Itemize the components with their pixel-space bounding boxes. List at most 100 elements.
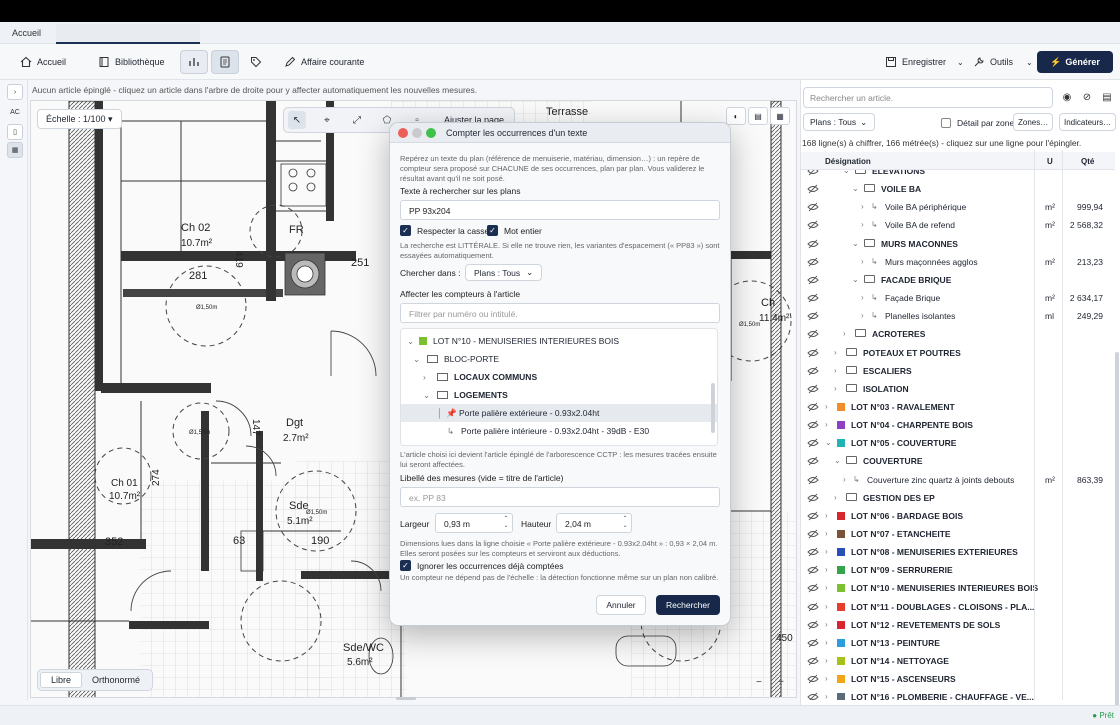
chevron-right-icon[interactable]: › (825, 547, 828, 556)
search-text-input[interactable]: PP 93x204 (400, 200, 720, 220)
visibility-off-icon[interactable] (807, 420, 819, 430)
visibility-off-icon[interactable] (807, 384, 819, 394)
chevron-right-icon[interactable]: › (861, 311, 864, 320)
match-case-checkbox[interactable]: ✓ (400, 225, 411, 236)
chevron-right-icon[interactable]: › (861, 202, 864, 211)
tree-article-row[interactable]: › ↳ Planelles isolantes ml 249,29 (801, 307, 1115, 325)
search-in-select[interactable]: Plans : Tous ⌄ (465, 264, 543, 281)
visibility-off-icon[interactable] (807, 184, 819, 194)
chevron-right-icon[interactable]: › (825, 565, 828, 574)
chevron-right-icon[interactable]: › (825, 511, 828, 520)
chevron-down-icon[interactable]: ⌄ (852, 239, 859, 248)
visibility-off-icon[interactable] (807, 547, 819, 557)
grid-view-icon[interactable]: ▦ (770, 107, 790, 125)
tree-lot-row[interactable]: › LOT N°13 - PEINTURE (801, 634, 1115, 652)
chevron-right-icon[interactable]: › (843, 329, 846, 338)
chevron-right-icon[interactable]: › (825, 402, 828, 411)
document-export-icon[interactable]: ▤ (1099, 89, 1115, 105)
chevron-right-icon[interactable]: › (834, 384, 837, 393)
visibility-off-icon[interactable] (807, 511, 819, 521)
visibility-off-icon[interactable] (807, 656, 819, 666)
document-view-button[interactable] (211, 50, 239, 74)
current-case-button[interactable]: Affaire courante (284, 52, 364, 72)
whole-word-checkbox[interactable]: ✓ (487, 225, 498, 236)
tree-article-row[interactable]: › ↳ Voile BA périphérique m² 999,94 (801, 198, 1115, 216)
chevron-down-icon[interactable]: ⌄ (843, 170, 850, 175)
grid-icon[interactable]: ▦ (7, 142, 23, 158)
expand-chevron-icon[interactable]: › (7, 84, 23, 100)
visibility-off-icon[interactable] (807, 620, 819, 630)
layers-icon[interactable]: ▤ (748, 107, 768, 125)
tree-lot-row[interactable]: › LOT N°10 - MENUISERIES INTERIEURES BOIS (801, 579, 1115, 597)
tree-scrollbar[interactable] (1115, 80, 1120, 725)
tree-article-row[interactable]: › ↳ Couverture zinc quartz à joints debout… (801, 471, 1115, 489)
tree-lot-row[interactable]: › LOT N°12 - REVETEMENTS DE SOLS (801, 616, 1115, 634)
chevron-right-icon[interactable]: › (825, 656, 828, 665)
tree-folder-row[interactable]: ⌄ MURS MACONNES (801, 235, 1115, 253)
maximize-window-button[interactable] (426, 128, 436, 138)
cursor-icon[interactable]: ↖ (288, 111, 306, 129)
article-filter-input[interactable]: Filtrer par numéro ou intitulé. (400, 303, 720, 323)
zones-button[interactable]: Zones… (1013, 113, 1054, 131)
chevron-right-icon[interactable]: › (825, 583, 828, 592)
visibility-off-icon[interactable] (807, 456, 819, 466)
chevron-right-icon[interactable]: › (834, 493, 837, 502)
ignore-counted-checkbox[interactable]: ✓ (400, 560, 411, 571)
tree-article-row[interactable]: › ↳ Murs maçonnées agglos m² 213,23 (801, 253, 1115, 271)
tree-folder-row[interactable]: › ESCALIERS (801, 362, 1115, 380)
visibility-off-icon[interactable] (807, 674, 819, 684)
zoom-in-button[interactable]: + (778, 677, 784, 688)
tree-scroll-thumb[interactable] (711, 383, 715, 433)
tools-button[interactable]: Outils ⌄ (973, 52, 1033, 72)
tree-folder-row[interactable]: › ISOLATION (801, 380, 1115, 398)
visibility-off-icon[interactable] (807, 293, 819, 303)
tree-lot-row[interactable]: › LOT N°04 - CHARPENTE BOIS (801, 416, 1115, 434)
generate-button[interactable]: ⚡ Générer (1037, 51, 1113, 73)
chevron-right-icon[interactable]: › (861, 220, 864, 229)
tree-article-row[interactable]: › ↳ Voile BA de refend m² 2 568,32 (801, 216, 1115, 234)
tree-lot-row[interactable]: › LOT N°03 - RAVALEMENT (801, 398, 1115, 416)
mode-orthonormal[interactable]: Orthonormé (82, 672, 150, 688)
tree-lot-row[interactable]: › LOT N°15 - ASCENSEURS (801, 670, 1115, 688)
height-stepper[interactable]: ⌃ ⌄ (621, 514, 629, 532)
chevron-right-icon[interactable]: › (825, 529, 828, 538)
search-button[interactable]: Rechercher (656, 595, 720, 615)
chevron-right-icon[interactable]: › (825, 692, 828, 700)
tree-folder-row[interactable]: › GESTION DES EP (801, 489, 1115, 507)
tree-item-porte-exterieure[interactable]: │ 📌 Porte palière extérieure - 0.93x2.04… (401, 404, 717, 422)
chevron-right-icon[interactable]: › (825, 674, 828, 683)
tree-lot-row[interactable]: › LOT N°08 - MENUISERIES EXTERIEURES (801, 543, 1115, 561)
tree-item-bloc-porte[interactable]: ⌄ BLOC-PORTE (401, 350, 717, 368)
width-stepper[interactable]: ⌃ ⌄ (502, 514, 510, 532)
mode-free[interactable]: Libre (40, 672, 83, 688)
visibility-off-icon[interactable] (807, 311, 819, 321)
chart-view-button[interactable] (180, 50, 208, 74)
zoom-out-button[interactable]: − (756, 677, 762, 688)
visibility-off-icon[interactable] (807, 602, 819, 612)
tag-button[interactable] (242, 50, 270, 74)
chevron-right-icon[interactable]: › (825, 620, 828, 629)
article-search-input[interactable]: Rechercher un article. (803, 87, 1053, 108)
visibility-off-icon[interactable] (807, 583, 819, 593)
ac-button[interactable]: AC (7, 104, 23, 120)
chevron-down-icon[interactable]: ⌄ (852, 275, 859, 284)
indicators-button[interactable]: Indicateurs… (1059, 113, 1117, 131)
tree-item-lot10[interactable]: ⌄ LOT N°10 - MENUISERIES INTERIEURES BOI… (401, 332, 717, 350)
chevron-right-icon[interactable]: › (843, 475, 846, 484)
tree-lot-row[interactable]: › LOT N°16 - PLOMBERIE - CHAUFFAGE - VE..… (801, 688, 1115, 700)
tree-item-logements[interactable]: ⌄ LOGEMENTS (401, 386, 717, 404)
chevron-right-icon[interactable]: › (825, 638, 828, 647)
visibility-off-icon[interactable] (807, 692, 819, 700)
tab-home[interactable]: Accueil (12, 28, 41, 38)
chevron-right-icon[interactable]: › (834, 348, 837, 357)
tree-lot-row[interactable]: › LOT N°14 - NETTOYAGE (801, 652, 1115, 670)
tree-folder-row[interactable]: ⌄ VOILE BA (801, 180, 1115, 198)
visibility-off-icon[interactable] (807, 257, 819, 267)
chevron-down-icon[interactable]: ⌄ (1026, 58, 1033, 67)
crosshair-icon[interactable]: ⌖ (318, 111, 336, 129)
chevron-right-icon[interactable]: › (834, 366, 837, 375)
chevron-right-icon[interactable]: › (825, 420, 828, 429)
visibility-off-icon[interactable] (807, 366, 819, 376)
tree-lot-row[interactable]: ⌄ LOT N°05 - COUVERTURE (801, 434, 1115, 452)
tree-lot-row[interactable]: › LOT N°06 - BARDAGE BOIS (801, 507, 1115, 525)
